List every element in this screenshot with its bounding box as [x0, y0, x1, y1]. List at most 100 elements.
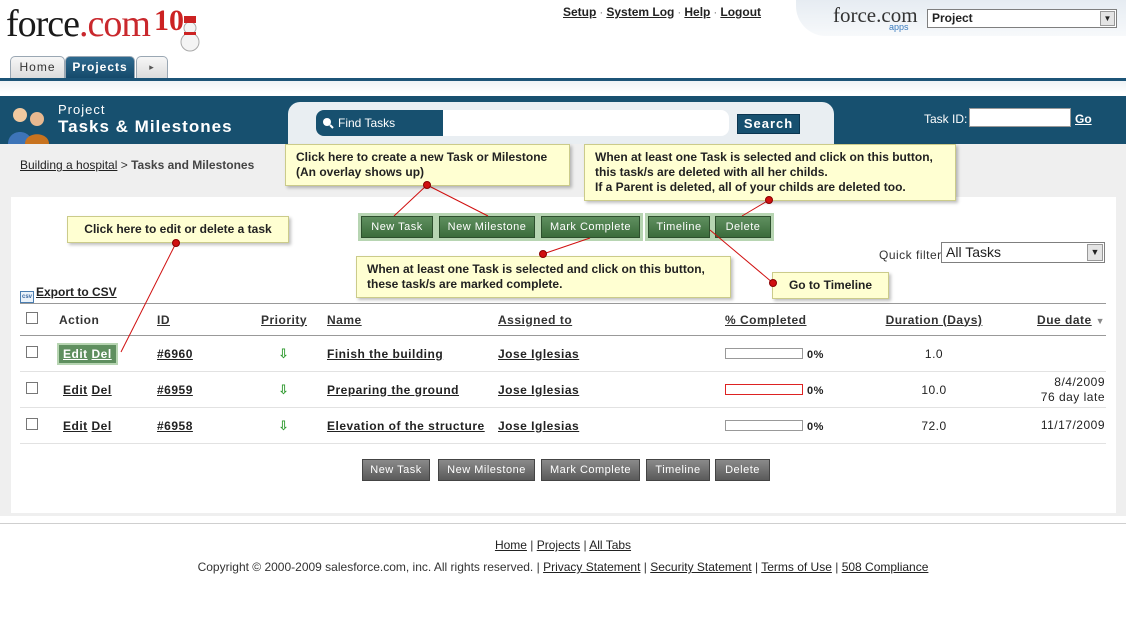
assignee-link[interactable]: Jose Iglesias: [498, 383, 579, 397]
separator: ·: [713, 5, 718, 19]
delete-button-bottom[interactable]: Delete: [715, 459, 770, 481]
header-shade: [0, 81, 1126, 94]
select-all-header: [20, 303, 58, 336]
del-link[interactable]: Del: [92, 347, 112, 361]
sort-desc-icon: ▼: [1095, 315, 1105, 326]
due-cell: [996, 335, 1106, 372]
callout-new-task-line1: Click here to create a new Task or Miles…: [296, 150, 548, 164]
tab-more-arrow-icon[interactable]: ▸: [136, 56, 168, 78]
callout-new-task: Click here to create a new Task or Miles…: [285, 144, 570, 186]
breadcrumb-separator: >: [120, 158, 128, 172]
assignee-link[interactable]: Jose Iglesias: [498, 347, 579, 361]
edit-link[interactable]: Edit: [63, 347, 88, 361]
progress-bar-late: [725, 383, 803, 395]
del-link[interactable]: Del: [92, 383, 112, 397]
del-link[interactable]: Del: [92, 419, 112, 433]
tab-home[interactable]: Home: [10, 56, 65, 78]
app-selector[interactable]: Project ▼: [927, 9, 1117, 28]
task-id-link[interactable]: #6958: [157, 419, 193, 433]
header-duration[interactable]: Duration (Days): [872, 303, 996, 336]
search-input[interactable]: [443, 110, 729, 136]
delete-button[interactable]: Delete: [715, 216, 771, 238]
header-priority[interactable]: Priority: [260, 303, 326, 336]
footer-projects-link[interactable]: Projects: [537, 538, 580, 552]
mark-complete-button[interactable]: Mark Complete: [541, 216, 640, 238]
header-due[interactable]: Due date ▼: [996, 303, 1106, 336]
priority-low-icon: ⇩: [278, 417, 290, 433]
apps-label: apps: [889, 22, 909, 32]
duration-value: 72.0: [872, 407, 996, 444]
table-header-row: Action ID Priority Name Assigned to % Co…: [20, 303, 1106, 336]
row-checkbox[interactable]: [26, 346, 38, 358]
timeline-button[interactable]: Timeline: [648, 216, 710, 238]
chevron-down-icon[interactable]: ▼: [1100, 11, 1115, 26]
mark-complete-button-bottom[interactable]: Mark Complete: [541, 459, 640, 481]
task-id-input[interactable]: [969, 108, 1071, 127]
quick-filter-select[interactable]: All Tasks ▼: [941, 242, 1105, 263]
task-name-link[interactable]: Finish the building: [327, 347, 443, 361]
setup-link[interactable]: Setup: [563, 5, 596, 19]
new-milestone-button[interactable]: New Milestone: [439, 216, 535, 238]
progress-bar: [725, 419, 803, 431]
table-row: Edit Del #6959 ⇩ Preparing the ground Jo…: [20, 371, 1106, 408]
callout-pin: [765, 196, 773, 204]
table-row: Edit Del #6958 ⇩ Elevation of the struct…: [20, 407, 1106, 444]
header-completed[interactable]: % Completed: [724, 303, 872, 336]
export-csv[interactable]: csv Export to CSV: [20, 285, 117, 303]
export-csv-link[interactable]: Export to CSV: [36, 285, 117, 299]
callout-pin: [172, 239, 180, 247]
timeline-button-bottom[interactable]: Timeline: [646, 459, 710, 481]
callout-delete: When at least one Task is selected and c…: [584, 144, 956, 201]
header-completed-label: % Completed: [725, 312, 807, 327]
progress-percent: 0%: [807, 348, 824, 361]
top-links: Setup · System Log · Help · Logout: [563, 5, 761, 19]
priority-low-icon: ⇩: [278, 381, 290, 397]
header-id[interactable]: ID: [156, 303, 260, 336]
page-subtitle: Project: [58, 102, 106, 117]
privacy-link[interactable]: Privacy Statement: [543, 560, 640, 574]
assignee-link[interactable]: Jose Iglesias: [498, 419, 579, 433]
breadcrumb-parent-link[interactable]: Building a hospital: [20, 158, 117, 172]
callout-pin: [423, 181, 431, 189]
task-id-link[interactable]: #6960: [157, 347, 193, 361]
new-task-button-bottom[interactable]: New Task: [362, 459, 430, 481]
compliance-link[interactable]: 508 Compliance: [842, 560, 929, 574]
logout-link[interactable]: Logout: [720, 5, 761, 19]
quick-filter-label: Quick filter:: [879, 248, 946, 262]
header-assigned[interactable]: Assigned to: [497, 303, 724, 336]
row-checkbox[interactable]: [26, 418, 38, 430]
edit-link[interactable]: Edit: [63, 419, 88, 433]
search-button[interactable]: Search: [737, 114, 800, 134]
due-cell: 8/4/2009 76 day late: [996, 371, 1106, 408]
row-actions: Edit Del: [59, 383, 112, 397]
chevron-down-icon[interactable]: ▼: [1087, 244, 1103, 261]
system-log-link[interactable]: System Log: [606, 5, 674, 19]
due-date: 8/4/2009: [1054, 374, 1105, 389]
priority-low-icon: ⇩: [278, 345, 290, 361]
row-checkbox[interactable]: [26, 382, 38, 394]
task-id-link[interactable]: #6959: [157, 383, 193, 397]
header-name[interactable]: Name: [326, 303, 497, 336]
tasks-table: Action ID Priority Name Assigned to % Co…: [20, 303, 1106, 444]
progress-percent: 0%: [807, 384, 824, 397]
tab-projects[interactable]: Projects: [65, 56, 135, 78]
task-name-link[interactable]: Preparing the ground: [327, 383, 459, 397]
due-date: 11/17/2009: [1040, 418, 1105, 432]
terms-link[interactable]: Terms of Use: [761, 560, 832, 574]
task-id-go-link[interactable]: Go: [1075, 112, 1092, 126]
search-label: Find Tasks: [316, 110, 443, 136]
footer-all-tabs-link[interactable]: All Tabs: [589, 538, 631, 552]
new-milestone-button-bottom[interactable]: New Milestone: [438, 459, 535, 481]
footer-links: Home | Projects | All Tabs: [494, 538, 632, 552]
callout-complete-line2: these task/s are marked complete.: [367, 277, 563, 291]
new-task-button[interactable]: New Task: [361, 216, 433, 238]
edit-link[interactable]: Edit: [63, 383, 88, 397]
header-assigned-label: Assigned to: [498, 312, 573, 327]
select-all-checkbox[interactable]: [26, 312, 38, 324]
separator: ·: [677, 5, 682, 19]
help-link[interactable]: Help: [684, 5, 710, 19]
task-name-link[interactable]: Elevation of the structure: [327, 419, 485, 433]
security-link[interactable]: Security Statement: [650, 560, 751, 574]
footer-home-link[interactable]: Home: [495, 538, 527, 552]
force-logo[interactable]: force.com: [6, 2, 151, 46]
